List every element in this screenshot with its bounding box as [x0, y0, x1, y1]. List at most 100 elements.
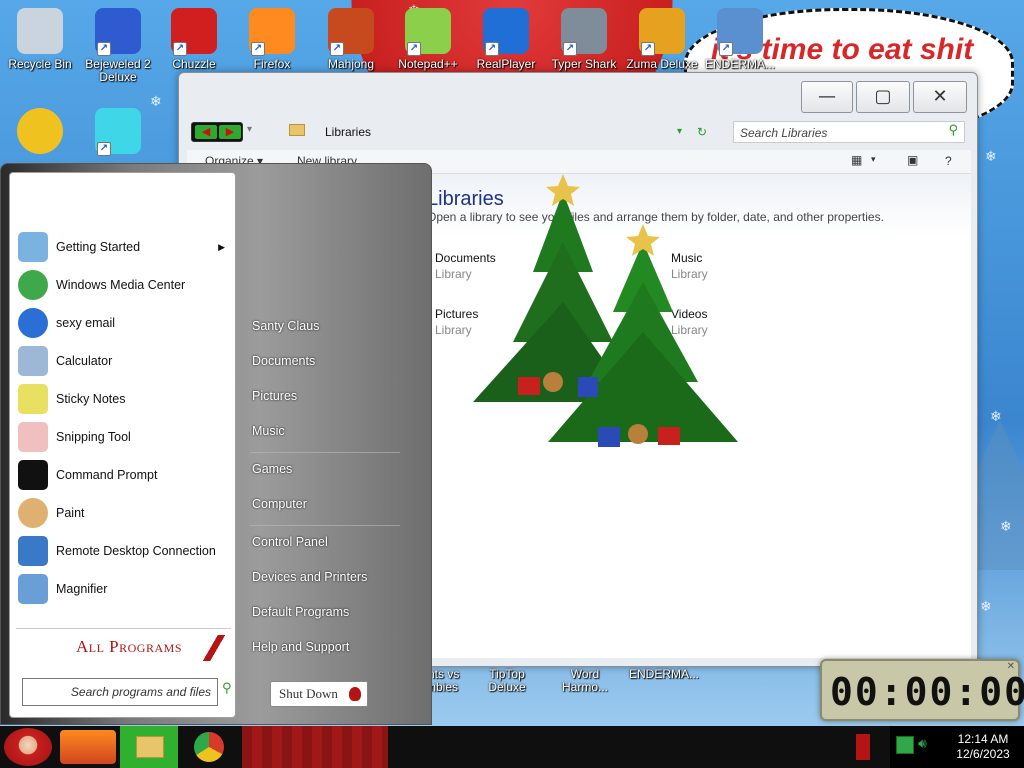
navigation-bar: ◀ ▶ ▾ Libraries ▾ ↻ Search Libraries ⚲ — [187, 118, 971, 146]
pinned-command-prompt[interactable]: Command Prompt — [16, 458, 231, 492]
address-bar[interactable]: Libraries ▾ ↻ — [287, 121, 727, 143]
gift-icon — [598, 427, 620, 447]
desktop-icon-enderman-2[interactable]: ENDERMA... — [624, 668, 704, 681]
start-link-music[interactable]: Music — [252, 424, 285, 438]
app-circle-icon — [17, 108, 63, 154]
shortcut-arrow-icon: ↗ — [251, 42, 265, 56]
minimize-button[interactable]: — — [801, 81, 853, 113]
desktop-icon-diamond[interactable]: ↗ — [78, 108, 158, 158]
desktop-icon-enderman[interactable]: ↗ ENDERMA... — [700, 8, 780, 71]
snowflake-icon: ❄ — [985, 149, 997, 165]
refresh-icon[interactable]: ↻ — [697, 121, 707, 143]
getting-started-icon — [18, 232, 48, 262]
start-button-santa-icon[interactable] — [4, 728, 52, 766]
desktop-icon-typer-shark[interactable]: ↗ Typer Shark — [544, 8, 624, 71]
pinned-magnifier[interactable]: Magnifier — [16, 572, 231, 606]
realplayer-icon: ↗ — [483, 8, 529, 56]
close-button[interactable]: ✕ — [913, 81, 967, 113]
start-link-documents[interactable]: Documents — [252, 354, 315, 368]
recycle-bin-icon — [17, 8, 63, 54]
pinned-snipping-tool[interactable]: Snipping Tool — [16, 420, 231, 454]
start-search-icon[interactable]: ⚲ — [222, 681, 232, 696]
shutdown-button[interactable]: Shut Down — [270, 681, 368, 707]
start-link-games[interactable]: Games — [252, 462, 292, 476]
start-link-devices-printers[interactable]: Devices and Printers — [252, 570, 367, 584]
start-link-pictures[interactable]: Pictures — [252, 389, 297, 403]
all-programs-button[interactable]: All Programs — [16, 628, 231, 666]
shortcut-arrow-icon: ↗ — [407, 42, 421, 56]
taskbar-chrome-icon[interactable] — [194, 732, 224, 762]
snowflake-icon: ❄ — [1000, 519, 1012, 535]
shortcut-arrow-icon: ↗ — [330, 42, 344, 56]
forward-button[interactable]: ▶ — [219, 125, 241, 139]
start-link-help-support[interactable]: Help and Support — [252, 640, 349, 654]
desktop-icon-bejeweled[interactable]: ↗ Bejeweled 2 Deluxe — [78, 8, 158, 84]
clock-time: 12:14 AM — [957, 732, 1009, 746]
desktop-icon-tiptop[interactable]: TipTop Deluxe — [470, 668, 544, 694]
terminal-icon — [18, 460, 48, 490]
enderman-icon: ↗ — [717, 8, 763, 56]
palette-icon — [18, 498, 48, 528]
taskbar-explorer-icon[interactable] — [120, 726, 178, 768]
gift-icon — [658, 427, 680, 445]
start-menu: Getting Started ▶ Windows Media Center s… — [0, 163, 432, 725]
gift-icon — [578, 377, 598, 397]
stopwatch-display: 00:00:00 — [830, 670, 1024, 714]
network-icon[interactable] — [896, 736, 914, 754]
start-menu-divider — [250, 452, 400, 453]
all-programs-label: All Programs — [76, 637, 182, 656]
volume-icon[interactable]: 🔊︎ — [918, 736, 927, 752]
start-link-default-programs[interactable]: Default Programs — [252, 605, 349, 619]
start-search-input[interactable]: Search programs and files — [22, 678, 218, 706]
gift-icon — [518, 377, 540, 395]
desktop-icon-word-harmony[interactable]: Word Harmo... — [548, 668, 622, 694]
desktop-icon-zuma[interactable]: ↗ Zuma Deluxe — [622, 8, 702, 71]
shark-icon: ↗ — [561, 8, 607, 56]
folder-icon — [136, 736, 164, 758]
shutdown-arrow-icon[interactable] — [349, 687, 361, 701]
address-dropdown-icon[interactable]: ▾ — [677, 121, 682, 143]
view-options-icon[interactable]: ▦ — [851, 153, 862, 167]
gadget-close-icon[interactable]: ✕ — [1007, 661, 1015, 672]
taskbar-app-button[interactable] — [242, 726, 388, 768]
back-button[interactable]: ◀ — [195, 125, 217, 139]
search-box[interactable]: Search Libraries ⚲ — [733, 121, 965, 143]
teddy-bear-icon — [628, 424, 648, 444]
pinned-sexy-email[interactable]: sexy email — [16, 306, 231, 340]
shortcut-arrow-icon: ↗ — [719, 42, 733, 56]
maximize-button[interactable]: ▢ — [856, 81, 910, 113]
stopwatch-gadget[interactable]: 00:00:00 ✕ — [820, 659, 1024, 721]
scissors-icon — [18, 422, 48, 452]
desktop-icon-app[interactable] — [0, 108, 80, 158]
start-link-control-panel[interactable]: Control Panel — [252, 535, 328, 549]
desktop-icon-chuzzle[interactable]: ↗ Chuzzle — [154, 8, 234, 71]
zuma-icon: ↗ — [639, 8, 685, 56]
preview-pane-icon[interactable]: ▣ — [907, 153, 918, 167]
media-center-icon — [18, 270, 48, 300]
nav-buttons: ◀ ▶ — [191, 122, 243, 142]
pinned-remote-desktop[interactable]: Remote Desktop Connection — [16, 534, 231, 568]
start-link-santy-claus[interactable]: Santy Claus — [252, 319, 319, 333]
shortcut-arrow-icon: ↗ — [97, 42, 111, 56]
view-dropdown-icon[interactable]: ▾ — [871, 154, 876, 165]
pinned-calculator[interactable]: Calculator — [16, 344, 231, 378]
taskbar-flag-icon[interactable] — [856, 734, 870, 760]
desktop-icon-recycle-bin[interactable]: Recycle Bin — [0, 8, 80, 71]
pinned-windows-media-center[interactable]: Windows Media Center — [16, 268, 231, 302]
taskbar-clock[interactable]: 12:14 AM 12/6/2023 — [946, 732, 1020, 762]
pinned-paint[interactable]: Paint — [16, 496, 231, 530]
desktop-icon-mahjong[interactable]: ↗ Mahjong — [311, 8, 391, 71]
recent-pages-chevron-icon[interactable]: ▾ — [247, 124, 252, 135]
desktop-icon-realplayer[interactable]: ↗ RealPlayer — [466, 8, 546, 71]
help-button[interactable]: ? — [945, 154, 952, 168]
firefox-icon: ↗ — [249, 8, 295, 56]
pinned-sticky-notes[interactable]: Sticky Notes — [16, 382, 231, 416]
search-icon[interactable]: ⚲ — [948, 123, 958, 138]
taskbar-firefox-icon[interactable] — [60, 730, 116, 764]
desktop-icon-notepad-plus[interactable]: ↗ Notepad++ — [388, 8, 468, 71]
start-link-computer[interactable]: Computer — [252, 497, 307, 511]
pinned-getting-started[interactable]: Getting Started ▶ — [16, 230, 231, 264]
diamond-icon: ↗ — [95, 108, 141, 156]
start-menu-pinned-panel: Getting Started ▶ Windows Media Center s… — [9, 172, 236, 718]
desktop-icon-firefox[interactable]: ↗ Firefox — [232, 8, 312, 71]
